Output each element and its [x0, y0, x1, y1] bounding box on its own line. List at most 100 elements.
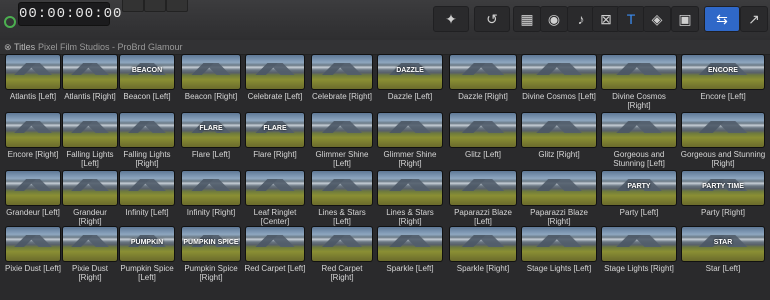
title-item[interactable]: Gorgeous and Stunning [Right]	[680, 112, 766, 168]
title-thumbnail[interactable]	[377, 112, 443, 148]
title-thumbnail[interactable]	[521, 170, 597, 206]
title-thumbnail[interactable]: PARTY	[601, 170, 677, 206]
title-thumbnail[interactable]	[377, 170, 443, 206]
title-item[interactable]: Beacon [Right]	[180, 54, 242, 110]
title-item[interactable]: Glitz [Left]	[448, 112, 518, 168]
title-thumbnail[interactable]	[449, 112, 517, 148]
title-item[interactable]: Grandeur [Right]	[61, 170, 119, 226]
title-item[interactable]: STAR Star [Left]	[680, 226, 766, 282]
title-thumbnail[interactable]	[5, 112, 61, 148]
title-item[interactable]: Dazzle [Right]	[448, 54, 518, 110]
title-thumbnail[interactable]	[245, 170, 305, 206]
title-thumbnail[interactable]	[311, 54, 373, 90]
title-thumbnail[interactable]	[449, 170, 517, 206]
generators-button[interactable]: ◈	[643, 6, 671, 32]
title-item[interactable]: Falling Lights [Left]	[61, 112, 119, 168]
title-item[interactable]: FLARE Flare [Left]	[180, 112, 242, 168]
title-item[interactable]: Atlantis [Left]	[4, 54, 62, 110]
title-thumbnail[interactable]	[5, 54, 61, 90]
title-item[interactable]: Stage Lights [Right]	[600, 226, 678, 282]
photos-button[interactable]: ◉	[540, 6, 568, 32]
title-thumbnail[interactable]	[245, 54, 305, 90]
title-thumbnail[interactable]	[245, 226, 305, 262]
fullscreen-button[interactable]	[144, 0, 166, 12]
title-item[interactable]: PUMPKIN Pumpkin Spice [Left]	[118, 226, 176, 282]
title-thumbnail[interactable]	[311, 112, 373, 148]
title-item[interactable]: ENCORE Encore [Left]	[680, 54, 766, 110]
timecode-display[interactable]: 00:00:00:00	[18, 2, 121, 26]
title-item[interactable]: Red Carpet [Right]	[310, 226, 374, 282]
title-thumbnail[interactable]	[181, 170, 241, 206]
title-item[interactable]: Stage Lights [Left]	[520, 226, 598, 282]
title-item[interactable]: PARTY Party [Left]	[600, 170, 678, 226]
title-thumbnail[interactable]	[521, 226, 597, 262]
title-thumbnail[interactable]: BEACON	[119, 54, 175, 90]
title-thumbnail[interactable]: DAZZLE	[377, 54, 443, 90]
themes-button[interactable]: ▣	[671, 6, 699, 32]
inspector-button[interactable]: ⇆	[704, 6, 740, 32]
view-options-button[interactable]	[166, 0, 188, 12]
title-thumbnail[interactable]: ENCORE	[681, 54, 765, 90]
title-item[interactable]: DAZZLE Dazzle [Left]	[376, 54, 444, 110]
title-thumbnail[interactable]	[62, 170, 118, 206]
title-thumbnail[interactable]	[449, 54, 517, 90]
title-thumbnail[interactable]	[601, 54, 677, 90]
title-item[interactable]: Atlantis [Right]	[61, 54, 119, 110]
title-thumbnail[interactable]	[62, 226, 118, 262]
title-thumbnail[interactable]	[311, 170, 373, 206]
title-item[interactable]: Encore [Right]	[4, 112, 62, 168]
title-thumbnail[interactable]	[62, 54, 118, 90]
title-thumbnail[interactable]: FLARE	[181, 112, 241, 148]
titles-button[interactable]: T	[617, 6, 645, 32]
title-thumbnail[interactable]: FLARE	[245, 112, 305, 148]
title-item[interactable]: Divine Cosmos [Left]	[520, 54, 598, 110]
title-thumbnail[interactable]	[681, 112, 765, 148]
title-item[interactable]: Paparazzi Blaze [Right]	[520, 170, 598, 226]
title-item[interactable]: Falling Lights [Right]	[118, 112, 176, 168]
clip-appearance-button[interactable]: ▦	[513, 6, 541, 32]
title-item[interactable]: PUMPKIN SPICE Pumpkin Spice [Right]	[180, 226, 242, 282]
title-item[interactable]: Celebrate [Right]	[310, 54, 374, 110]
title-item[interactable]: Paparazzi Blaze [Left]	[448, 170, 518, 226]
title-item[interactable]: FLARE Flare [Right]	[244, 112, 306, 168]
close-icon[interactable]: ⊗	[4, 40, 12, 54]
title-item[interactable]: Leaf Ringlet [Center]	[244, 170, 306, 226]
title-thumbnail[interactable]	[181, 54, 241, 90]
title-item[interactable]: Grandeur [Left]	[4, 170, 62, 226]
title-item[interactable]: Celebrate [Left]	[244, 54, 306, 110]
title-thumbnail[interactable]	[601, 226, 677, 262]
enhance-button[interactable]: ✦	[433, 6, 469, 32]
title-item[interactable]: Sparkle [Right]	[448, 226, 518, 282]
title-thumbnail[interactable]	[377, 226, 443, 262]
share-button[interactable]: ↗	[740, 6, 768, 32]
play-button[interactable]	[122, 0, 144, 12]
title-thumbnail[interactable]	[5, 226, 61, 262]
title-thumbnail[interactable]	[521, 112, 597, 148]
title-item[interactable]: Infinity [Left]	[118, 170, 176, 226]
title-thumbnail[interactable]: STAR	[681, 226, 765, 262]
title-thumbnail[interactable]	[521, 54, 597, 90]
title-item[interactable]: Glitz [Right]	[520, 112, 598, 168]
title-item[interactable]: BEACON Beacon [Left]	[118, 54, 176, 110]
title-thumbnail[interactable]	[311, 226, 373, 262]
title-item[interactable]: Pixie Dust [Right]	[61, 226, 119, 282]
title-item[interactable]: Glimmer Shine [Right]	[376, 112, 444, 168]
transitions-button[interactable]: ⊠	[592, 6, 620, 32]
title-thumbnail[interactable]	[5, 170, 61, 206]
title-item[interactable]: Pixie Dust [Left]	[4, 226, 62, 282]
title-item[interactable]: Divine Cosmos [Right]	[600, 54, 678, 110]
retime-button[interactable]: ↺	[474, 6, 510, 32]
title-thumbnail[interactable]	[449, 226, 517, 262]
music-button[interactable]: ♪	[567, 6, 595, 32]
title-thumbnail[interactable]	[119, 112, 175, 148]
title-item[interactable]: Lines & Stars [Left]	[310, 170, 374, 226]
title-thumbnail[interactable]	[601, 112, 677, 148]
title-item[interactable]: Lines & Stars [Right]	[376, 170, 444, 226]
title-item[interactable]: Infinity [Right]	[180, 170, 242, 226]
title-thumbnail[interactable]: PUMPKIN SPICE	[181, 226, 241, 262]
title-thumbnail[interactable]: PUMPKIN	[119, 226, 175, 262]
title-item[interactable]: Red Carpet [Left]	[244, 226, 306, 282]
title-thumbnail[interactable]	[119, 170, 175, 206]
title-item[interactable]: Sparkle [Left]	[376, 226, 444, 282]
title-thumbnail[interactable]: PARTY TIME	[681, 170, 765, 206]
